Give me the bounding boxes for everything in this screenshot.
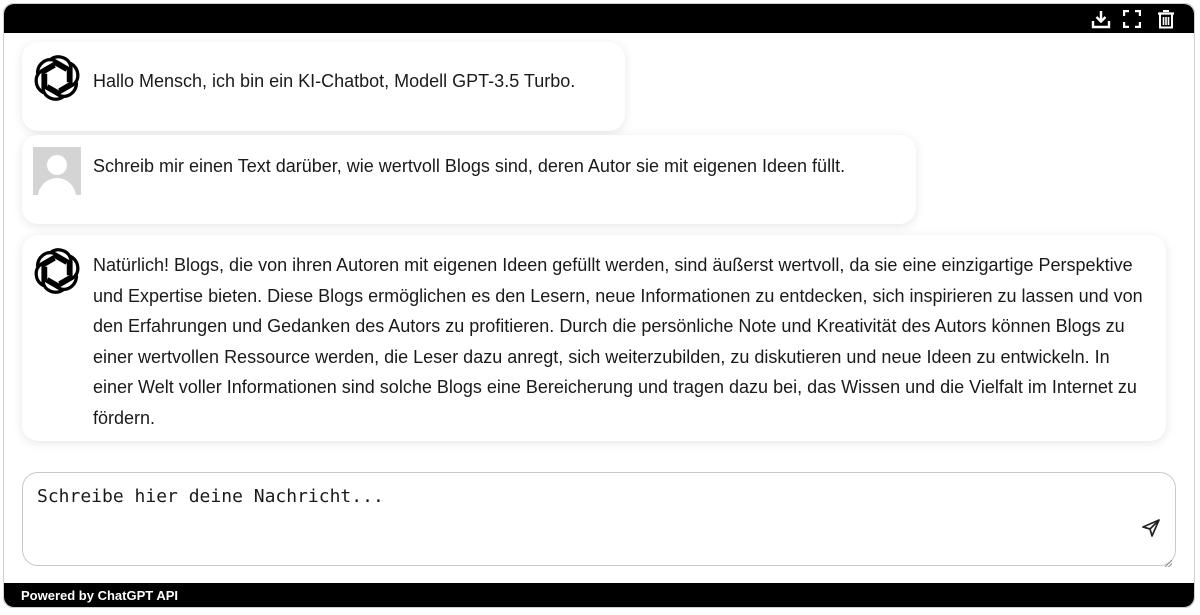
- send-icon[interactable]: [1140, 517, 1162, 539]
- message-text: Schreib mir einen Text darüber, wie wert…: [93, 156, 846, 176]
- resize-handle-icon[interactable]: [1164, 554, 1173, 568]
- footer-bar: Powered by ChatGPT API: [4, 583, 1194, 607]
- message-text: Natürlich! Blogs, die von ihren Autoren …: [93, 255, 1143, 428]
- chat-widget: Hallo Mensch, ich bin ein KI-Chatbot, Mo…: [3, 3, 1195, 608]
- chat-message-bot: Natürlich! Blogs, die von ihren Autoren …: [22, 235, 1166, 441]
- fullscreen-icon[interactable]: [1121, 8, 1143, 30]
- chat-message-bot: Hallo Mensch, ich bin ein KI-Chatbot, Mo…: [22, 42, 625, 131]
- openai-logo-icon: [33, 54, 81, 102]
- trash-icon[interactable]: [1155, 8, 1177, 30]
- openai-logo-icon: [33, 247, 81, 295]
- message-input[interactable]: [37, 485, 1117, 551]
- user-placeholder-icon: [33, 147, 81, 195]
- message-text: Hallo Mensch, ich bin ein KI-Chatbot, Mo…: [93, 71, 576, 91]
- powered-by-label: Powered by ChatGPT API: [21, 588, 178, 603]
- top-toolbar: [4, 4, 1194, 33]
- chat-message-user: Schreib mir einen Text darüber, wie wert…: [22, 135, 916, 224]
- download-icon[interactable]: [1090, 8, 1112, 30]
- message-composer: [22, 472, 1176, 568]
